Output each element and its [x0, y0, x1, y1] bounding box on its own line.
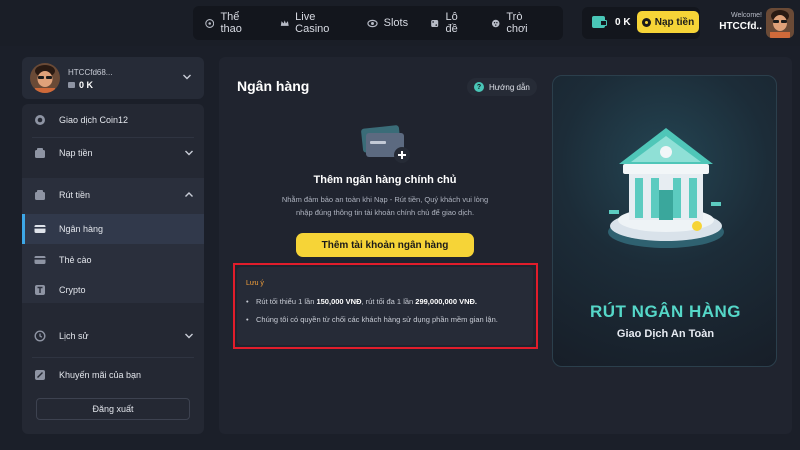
dice-icon — [431, 19, 439, 27]
promo-banner: RÚT NGÂN HÀNG Giao Dịch An Toàn — [552, 75, 777, 367]
bank-card-icon — [34, 225, 46, 233]
nav-label: Slots — [383, 17, 409, 29]
chevron-down-icon[interactable] — [182, 72, 192, 82]
sidebar-item-label: Thẻ cào — [59, 255, 92, 265]
top-bar: Thể thao Live Casino Slots Lô đề Trò chơ… — [0, 0, 800, 46]
sidebar-item-crypto[interactable]: Crypto — [22, 275, 204, 305]
sidebar-item-label: Lịch sử — [59, 331, 89, 341]
deposit-button[interactable]: Nạp tiền — [637, 11, 699, 33]
avatar-image — [766, 8, 794, 38]
wallet-icon — [68, 82, 75, 88]
user-card[interactable]: HTCCfd68... 0 K — [22, 57, 204, 99]
page-title: Ngân hàng — [237, 78, 310, 94]
chevron-down-icon — [185, 333, 193, 339]
add-bank-card-icon — [361, 125, 410, 163]
deposit-label: Nạp tiền — [654, 16, 695, 28]
add-bank-description: Nhằm đảm bảo an toàn khi Nạp - Rút tiền,… — [261, 193, 509, 219]
deposit-icon — [35, 148, 45, 158]
sidebar-item-label: Giao dịch Coin12 — [59, 115, 129, 125]
avatar[interactable] — [766, 8, 794, 38]
wallet-icon — [592, 16, 607, 28]
sidebar-item-nap-tien[interactable]: Nạp tiền — [22, 138, 204, 168]
add-bank-title: Thêm ngân hàng chính chủ — [313, 174, 457, 186]
withdraw-icon — [35, 190, 45, 200]
guide-label: Hướng dẫn — [489, 82, 530, 92]
sidebar-item-label: Ngân hàng — [59, 224, 104, 234]
sidebar-menu: Giao dịch Coin12 Nạp tiền Rút tiền Ngân … — [22, 104, 204, 434]
history-icon — [34, 330, 46, 342]
chevron-down-icon — [185, 150, 193, 156]
nav-item-live-casino[interactable]: Live Casino — [280, 11, 345, 35]
crown-icon — [280, 19, 289, 26]
sidebar-item-rut-tien[interactable]: Rút tiền — [22, 180, 204, 210]
coin-icon — [641, 17, 651, 27]
wallet-amount: 0 K — [615, 17, 631, 28]
nav-item-the-thao[interactable]: Thể thao — [205, 11, 258, 35]
sidebar-item-label: Crypto — [59, 285, 86, 295]
logout-button[interactable]: Đăng xuất — [36, 398, 190, 420]
user-name: HTCCfd68... — [68, 68, 113, 77]
promo-subtitle: Giao Dịch An Toàn — [616, 328, 715, 340]
guide-button[interactable]: ? Hướng dẫn — [467, 78, 537, 96]
eye-icon — [366, 19, 378, 27]
highlight-annotation-box — [233, 263, 538, 349]
main-panel: Ngân hàng ? Hướng dẫn Thêm ngân hàng chí… — [219, 57, 792, 434]
sidebar-item-label: Nạp tiền — [59, 148, 93, 158]
nav-item-tro-choi[interactable]: Trò chơi — [491, 11, 541, 35]
add-bank-account-button[interactable]: Thêm tài khoản ngân hàng — [296, 233, 474, 257]
sidebar-item-label: Khuyến mãi của bạn — [59, 370, 142, 380]
sidebar-item-the-cao[interactable]: Thẻ cào — [22, 245, 204, 275]
sidebar-item-label: Rút tiền — [59, 190, 91, 200]
user-balance-value: 0 K — [79, 80, 94, 90]
nav-item-slots[interactable]: Slots — [366, 17, 409, 29]
chevron-up-icon — [185, 192, 193, 197]
sidebar-item-khuyen-mai[interactable]: Khuyến mãi của bạn — [22, 360, 204, 390]
main-nav: Thể thao Live Casino Slots Lô đề Trò chơ… — [193, 6, 563, 40]
question-icon: ? — [474, 82, 484, 92]
divider — [32, 357, 194, 358]
add-bank-description-line-2: nhập đúng thông tin tài khoản chính chủ … — [295, 208, 475, 217]
withdraw-submenu: Rút tiền Ngân hàng Thẻ cào Crypto — [22, 178, 204, 303]
soccer-ball-icon — [205, 18, 215, 28]
promo-title: RÚT NGÂN HÀNG — [590, 302, 741, 321]
welcome-block: Welcome! HTCCfd.. — [719, 12, 762, 32]
welcome-username: HTCCfd.. — [719, 21, 762, 32]
user-avatar — [30, 63, 60, 93]
nav-label: Trò chơi — [506, 11, 528, 35]
sidebar-item-lich-su[interactable]: Lịch sử — [22, 321, 204, 351]
sidebar-item-ngan-hang[interactable]: Ngân hàng — [22, 214, 204, 244]
coin-icon — [35, 115, 45, 125]
crypto-icon — [35, 285, 45, 295]
nav-label: Thể thao — [220, 11, 242, 35]
nav-item-lo-de[interactable]: Lô đề — [430, 11, 469, 35]
welcome-text: Welcome! — [731, 12, 762, 19]
sidebar-item-giao-dich-coin12[interactable]: Giao dịch Coin12 — [22, 105, 204, 135]
add-bank-description-line-1: Nhằm đảm bảo an toàn khi Nạp - Rút tiền,… — [281, 195, 489, 204]
bank-building-icon — [608, 128, 724, 248]
promotion-icon — [35, 370, 45, 380]
nav-label: Lô đề — [445, 11, 458, 35]
user-balance: 0 K — [68, 80, 93, 90]
gamepad-icon — [491, 19, 500, 27]
scratch-card-icon — [34, 256, 46, 264]
nav-label: Live Casino — [295, 11, 330, 35]
